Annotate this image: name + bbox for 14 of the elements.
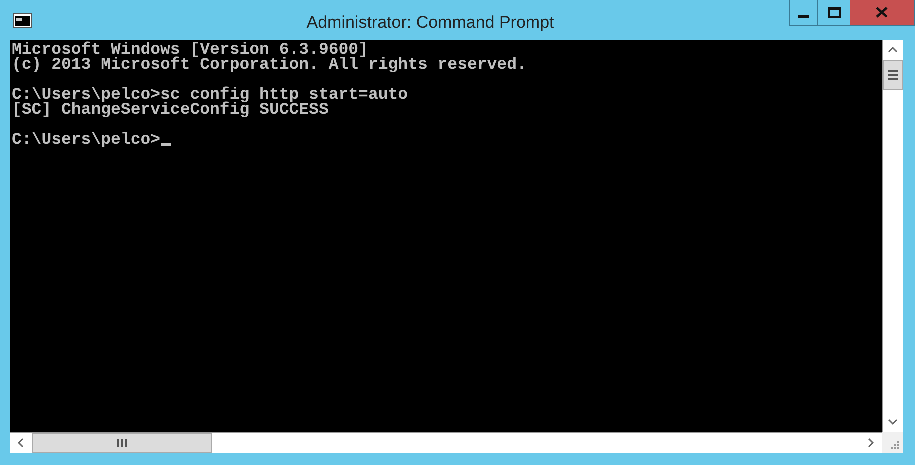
console-app-icon [13,13,32,28]
console-line: Microsoft Windows [Version 6.3.9600] [12,42,368,57]
console-line: (c) 2013 Microsoft Corporation. All rights reserved. [12,57,527,72]
console-line: [SC] ChangeServiceConfig SUCCESS [12,102,329,117]
scroll-thumb[interactable] [883,60,903,90]
vertical-scrollbar[interactable] [882,40,903,432]
close-button[interactable] [850,0,914,25]
window-title: Administrator: Command Prompt [306,12,556,34]
resize-grip-icon[interactable] [882,432,903,453]
horizontal-scrollbar[interactable] [10,432,882,453]
close-icon [876,7,888,18]
console-line: C:\Users\pelco>sc config http start=auto [12,87,408,102]
console-line: C:\Users\pelco> [12,132,161,147]
scroll-thumb[interactable] [32,433,212,453]
